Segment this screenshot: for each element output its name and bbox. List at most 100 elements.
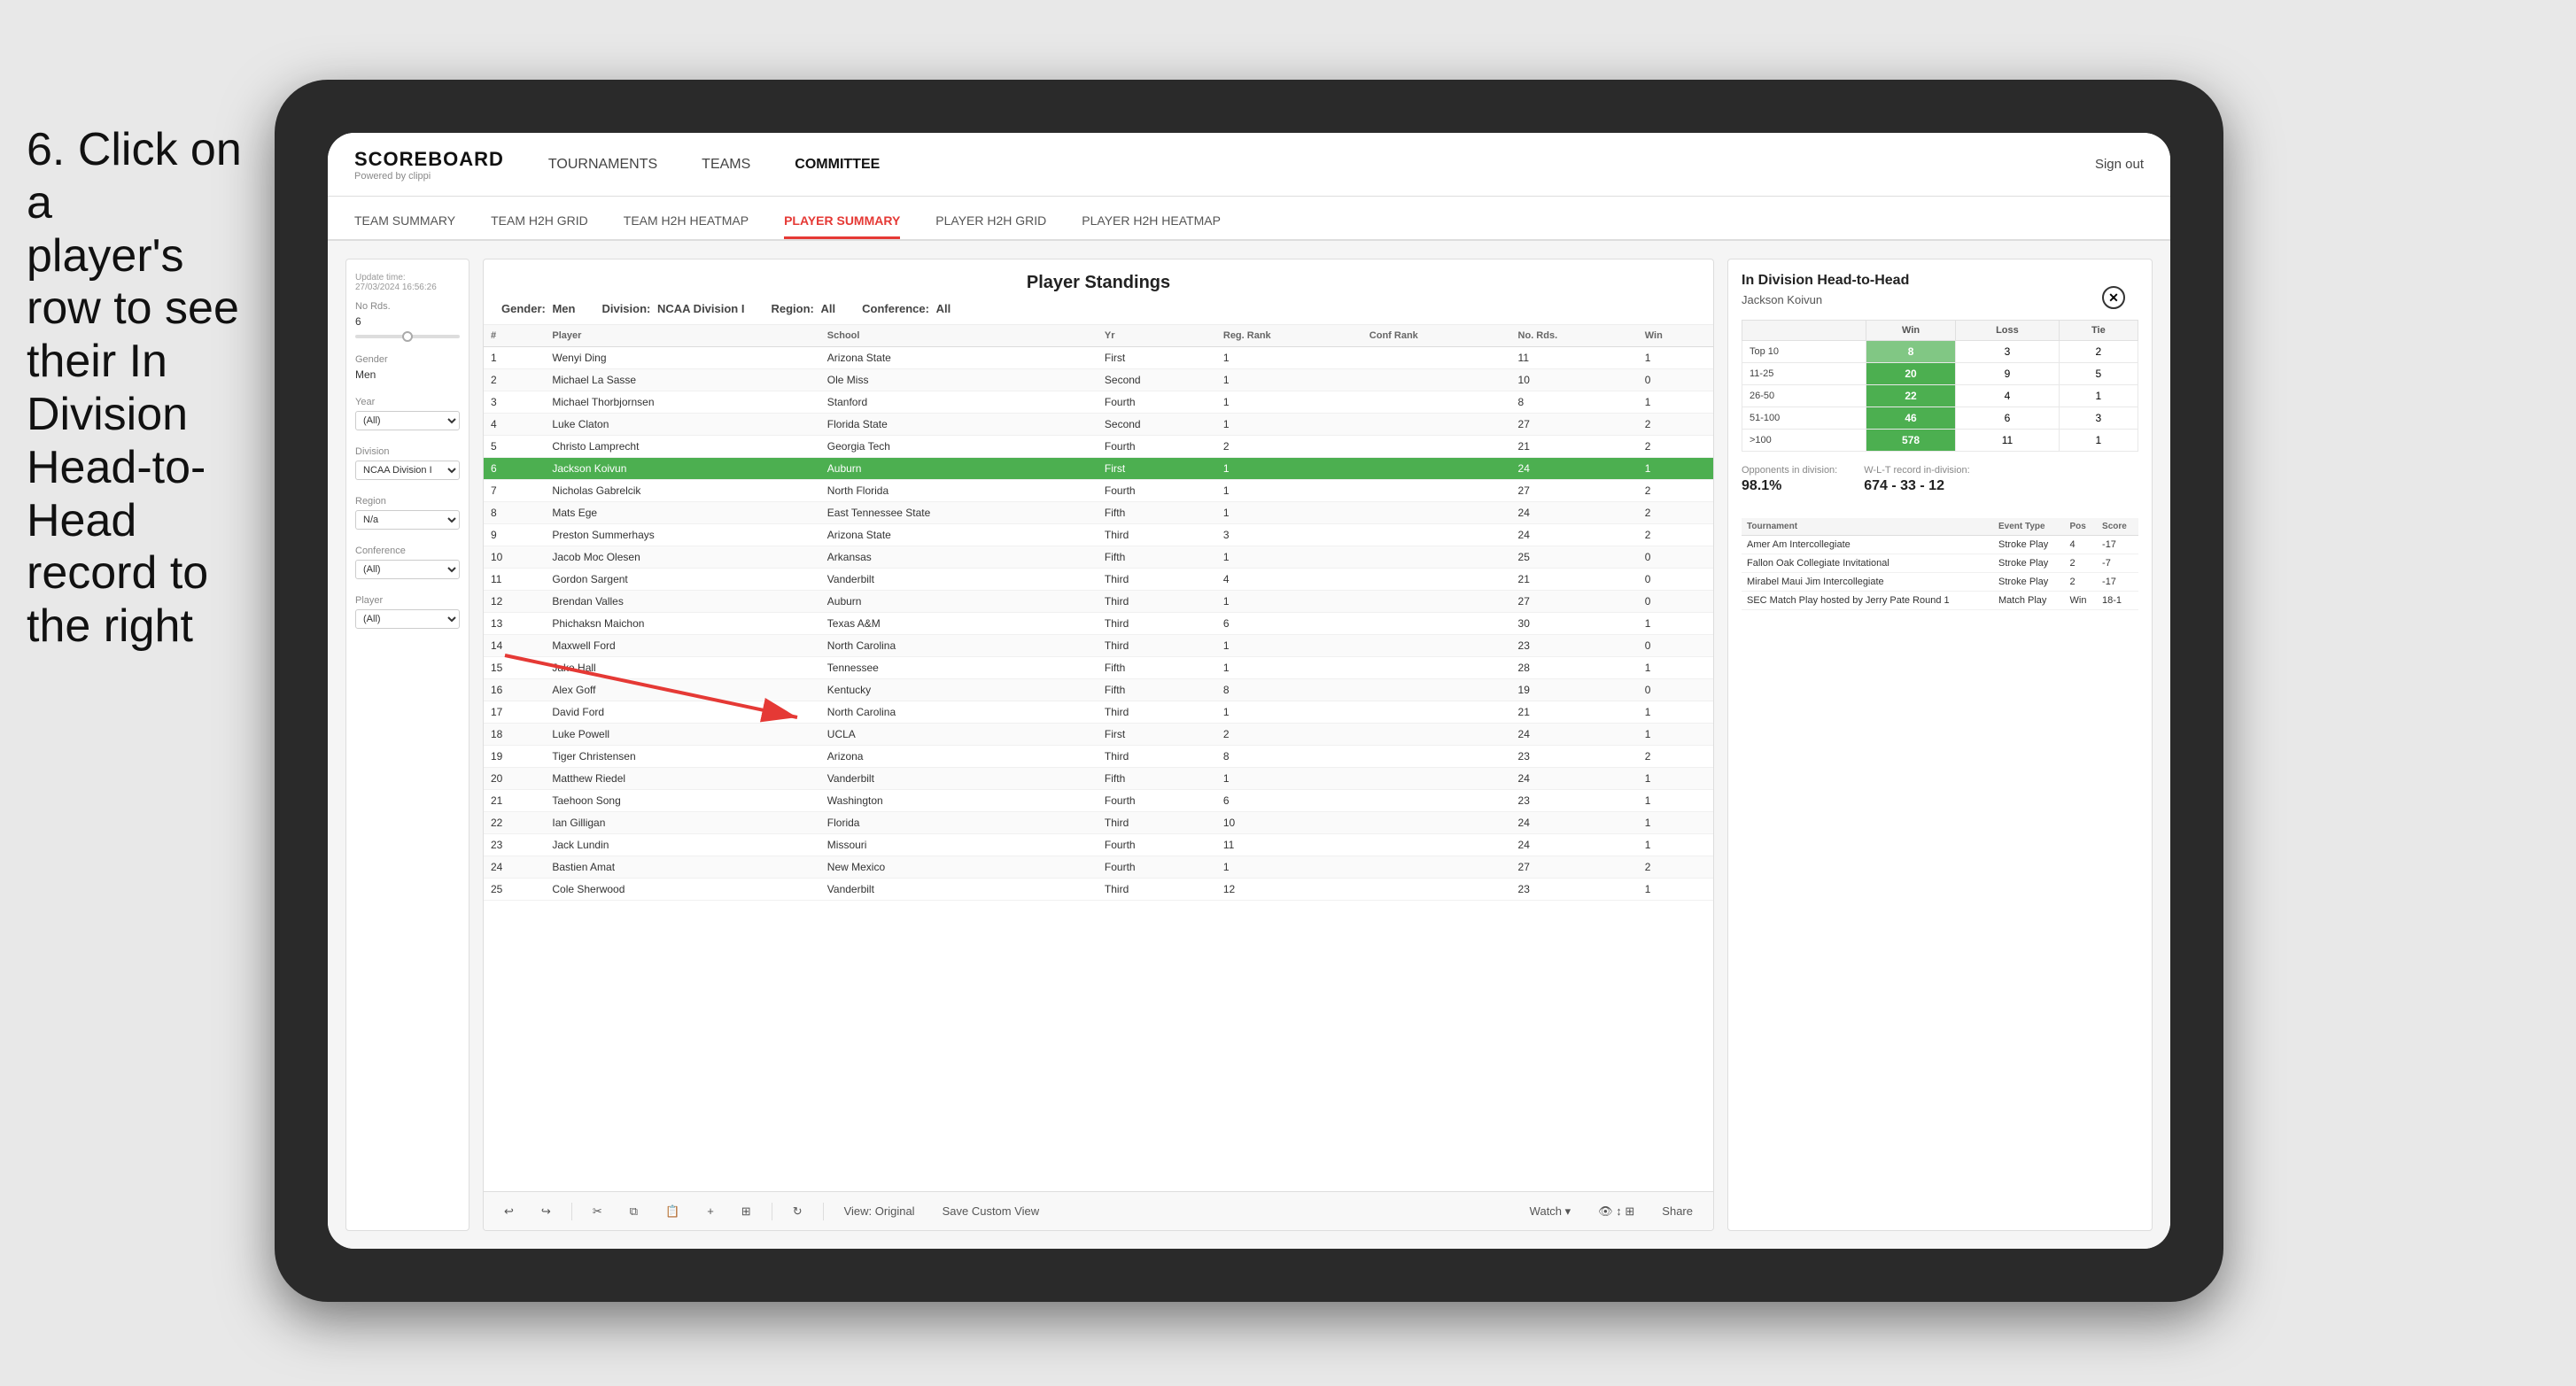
save-custom-button[interactable]: Save Custom View: [935, 1201, 1047, 1221]
plus-icon[interactable]: +: [700, 1201, 721, 1221]
cell-yr: Third: [1098, 746, 1216, 768]
h2h-tie: 1: [2059, 430, 2138, 452]
h2h-rank: Top 10: [1742, 341, 1866, 363]
filter-division: Division: NCAA Division I: [601, 302, 744, 315]
sidebar-player-select[interactable]: (All): [355, 609, 460, 629]
redo-button[interactable]: ↪: [534, 1201, 558, 1222]
nav-link-tournaments[interactable]: TOURNAMENTS: [548, 152, 657, 177]
watch-button[interactable]: Watch ▾: [1523, 1201, 1579, 1222]
cell-win: 0: [1638, 569, 1713, 591]
t-type: Stroke Play: [1993, 536, 2065, 554]
table-row[interactable]: 24 Bastien Amat New Mexico Fourth 1 27 2: [484, 856, 1713, 879]
cell-no-rds: 10: [1511, 369, 1638, 391]
col-reg-rank: Reg. Rank: [1216, 325, 1362, 347]
cell-num: 4: [484, 414, 545, 436]
center-panel: Player Standings Gender: Men Division: N…: [483, 259, 1714, 1231]
h2h-header: Win Loss Tie: [1742, 321, 2138, 341]
t-tournament: SEC Match Play hosted by Jerry Pate Roun…: [1742, 592, 1993, 610]
sidebar-conference-select[interactable]: (All): [355, 560, 460, 579]
table-row[interactable]: 6 Jackson Koivun Auburn First 1 24 1: [484, 458, 1713, 480]
cell-num: 5: [484, 436, 545, 458]
table-row[interactable]: 9 Preston Summerhays Arizona State Third…: [484, 524, 1713, 546]
sub-nav-team-h2h-heatmap[interactable]: TEAM H2H HEATMAP: [624, 213, 749, 239]
table-row[interactable]: 14 Maxwell Ford North Carolina Third 1 2…: [484, 635, 1713, 657]
table-row[interactable]: 18 Luke Powell UCLA First 2 24 1: [484, 724, 1713, 746]
table-row[interactable]: 2 Michael La Sasse Ole Miss Second 1 10 …: [484, 369, 1713, 391]
sub-nav-team-h2h-grid[interactable]: TEAM H2H GRID: [491, 213, 588, 239]
h2h-opponents-label: Opponents in division:: [1742, 465, 1837, 476]
sub-nav-player-summary[interactable]: PLAYER SUMMARY: [784, 213, 900, 239]
table-row[interactable]: 17 David Ford North Carolina Third 1 21 …: [484, 701, 1713, 724]
sub-nav-team-summary[interactable]: TEAM SUMMARY: [354, 213, 455, 239]
no-rds-slider[interactable]: [355, 335, 460, 338]
t-tournament: Mirabel Maui Jim Intercollegiate: [1742, 573, 1993, 592]
table-row[interactable]: 20 Matthew Riedel Vanderbilt Fifth 1 24 …: [484, 768, 1713, 790]
table-row[interactable]: 21 Taehoon Song Washington Fourth 6 23 1: [484, 790, 1713, 812]
cell-conf-rank: [1362, 879, 1511, 901]
table-row[interactable]: 4 Luke Claton Florida State Second 1 27 …: [484, 414, 1713, 436]
nav-link-committee[interactable]: COMMITTEE: [795, 152, 880, 177]
table-row[interactable]: 8 Mats Ege East Tennessee State Fifth 1 …: [484, 502, 1713, 524]
cell-reg-rank: 1: [1216, 635, 1362, 657]
cell-win: 2: [1638, 436, 1713, 458]
sidebar-year-select[interactable]: (All): [355, 411, 460, 430]
cell-num: 3: [484, 391, 545, 414]
table-row[interactable]: 22 Ian Gilligan Florida Third 10 24 1: [484, 812, 1713, 834]
paste-icon[interactable]: 📋: [658, 1201, 687, 1222]
sub-nav-player-h2h-heatmap[interactable]: PLAYER H2H HEATMAP: [1082, 213, 1221, 239]
table-row[interactable]: 23 Jack Lundin Missouri Fourth 11 24 1: [484, 834, 1713, 856]
t-pos: 2: [2065, 554, 2098, 573]
h2h-opponents: Opponents in division: 98.1%: [1742, 465, 1837, 494]
table-row[interactable]: 15 Jake Hall Tennessee Fifth 1 28 1: [484, 657, 1713, 679]
table-row[interactable]: 25 Cole Sherwood Vanderbilt Third 12 23 …: [484, 879, 1713, 901]
h2h-win: 46: [1866, 407, 1955, 430]
toolbar: ↩ ↪ ✂ ⧉ 📋 + ⊞ ↻ View: Original Save Cust…: [484, 1191, 1713, 1230]
table-row[interactable]: 16 Alex Goff Kentucky Fifth 8 19 0: [484, 679, 1713, 701]
cell-num: 23: [484, 834, 545, 856]
nav-link-teams[interactable]: TEAMS: [702, 152, 750, 177]
table-row[interactable]: 11 Gordon Sargent Vanderbilt Third 4 21 …: [484, 569, 1713, 591]
cell-num: 13: [484, 613, 545, 635]
table-row[interactable]: 19 Tiger Christensen Arizona Third 8 23 …: [484, 746, 1713, 768]
h2h-col-win: Win: [1866, 321, 1955, 341]
cell-win: 1: [1638, 347, 1713, 369]
cell-conf-rank: [1362, 679, 1511, 701]
filter-icon[interactable]: ⊞: [734, 1201, 758, 1222]
sign-out-button[interactable]: Sign out: [2095, 157, 2144, 172]
cell-reg-rank: 3: [1216, 524, 1362, 546]
copy-icon[interactable]: ⧉: [623, 1201, 645, 1222]
view-original-button[interactable]: View: Original: [837, 1201, 922, 1221]
undo-button[interactable]: ↩: [497, 1201, 521, 1222]
share-button[interactable]: Share: [1655, 1201, 1700, 1221]
table-row[interactable]: 13 Phichaksn Maichon Texas A&M Third 6 3…: [484, 613, 1713, 635]
sidebar-no-rds-value: 6: [355, 315, 460, 328]
refresh-icon[interactable]: ↻: [786, 1201, 810, 1222]
cell-school: Tennessee: [820, 657, 1098, 679]
cell-school: Florida State: [820, 414, 1098, 436]
sub-nav-player-h2h-grid[interactable]: PLAYER H2H GRID: [935, 213, 1046, 239]
cell-no-rds: 23: [1511, 879, 1638, 901]
sidebar-region-select[interactable]: N/a: [355, 510, 460, 530]
table-row[interactable]: 1 Wenyi Ding Arizona State First 1 11 1: [484, 347, 1713, 369]
sidebar-division-select[interactable]: NCAA Division I: [355, 461, 460, 480]
table-row[interactable]: 3 Michael Thorbjornsen Stanford Fourth 1…: [484, 391, 1713, 414]
table-row[interactable]: 10 Jacob Moc Olesen Arkansas Fifth 1 25 …: [484, 546, 1713, 569]
cell-reg-rank: 8: [1216, 746, 1362, 768]
cell-school: North Carolina: [820, 635, 1098, 657]
cell-yr: Third: [1098, 635, 1216, 657]
cell-win: 0: [1638, 591, 1713, 613]
cell-yr: Fourth: [1098, 391, 1216, 414]
h2h-loss: 9: [1956, 363, 2060, 385]
h2h-win: 8: [1866, 341, 1955, 363]
main-content: Update time: 27/03/2024 16:56:26 No Rds.…: [328, 241, 2170, 1249]
cell-conf-rank: [1362, 524, 1511, 546]
table-row[interactable]: 5 Christo Lamprecht Georgia Tech Fourth …: [484, 436, 1713, 458]
h2h-close-button[interactable]: ✕: [2102, 286, 2125, 309]
table-row[interactable]: 12 Brendan Valles Auburn Third 1 27 0: [484, 591, 1713, 613]
cell-reg-rank: 8: [1216, 679, 1362, 701]
cell-conf-rank: [1362, 369, 1511, 391]
cell-reg-rank: 4: [1216, 569, 1362, 591]
table-row[interactable]: 7 Nicholas Gabrelcik North Florida Fourt…: [484, 480, 1713, 502]
h2h-title-area: In Division Head-to-Head Jackson Koivun: [1742, 273, 1909, 320]
scissors-icon[interactable]: ✂: [586, 1201, 609, 1222]
